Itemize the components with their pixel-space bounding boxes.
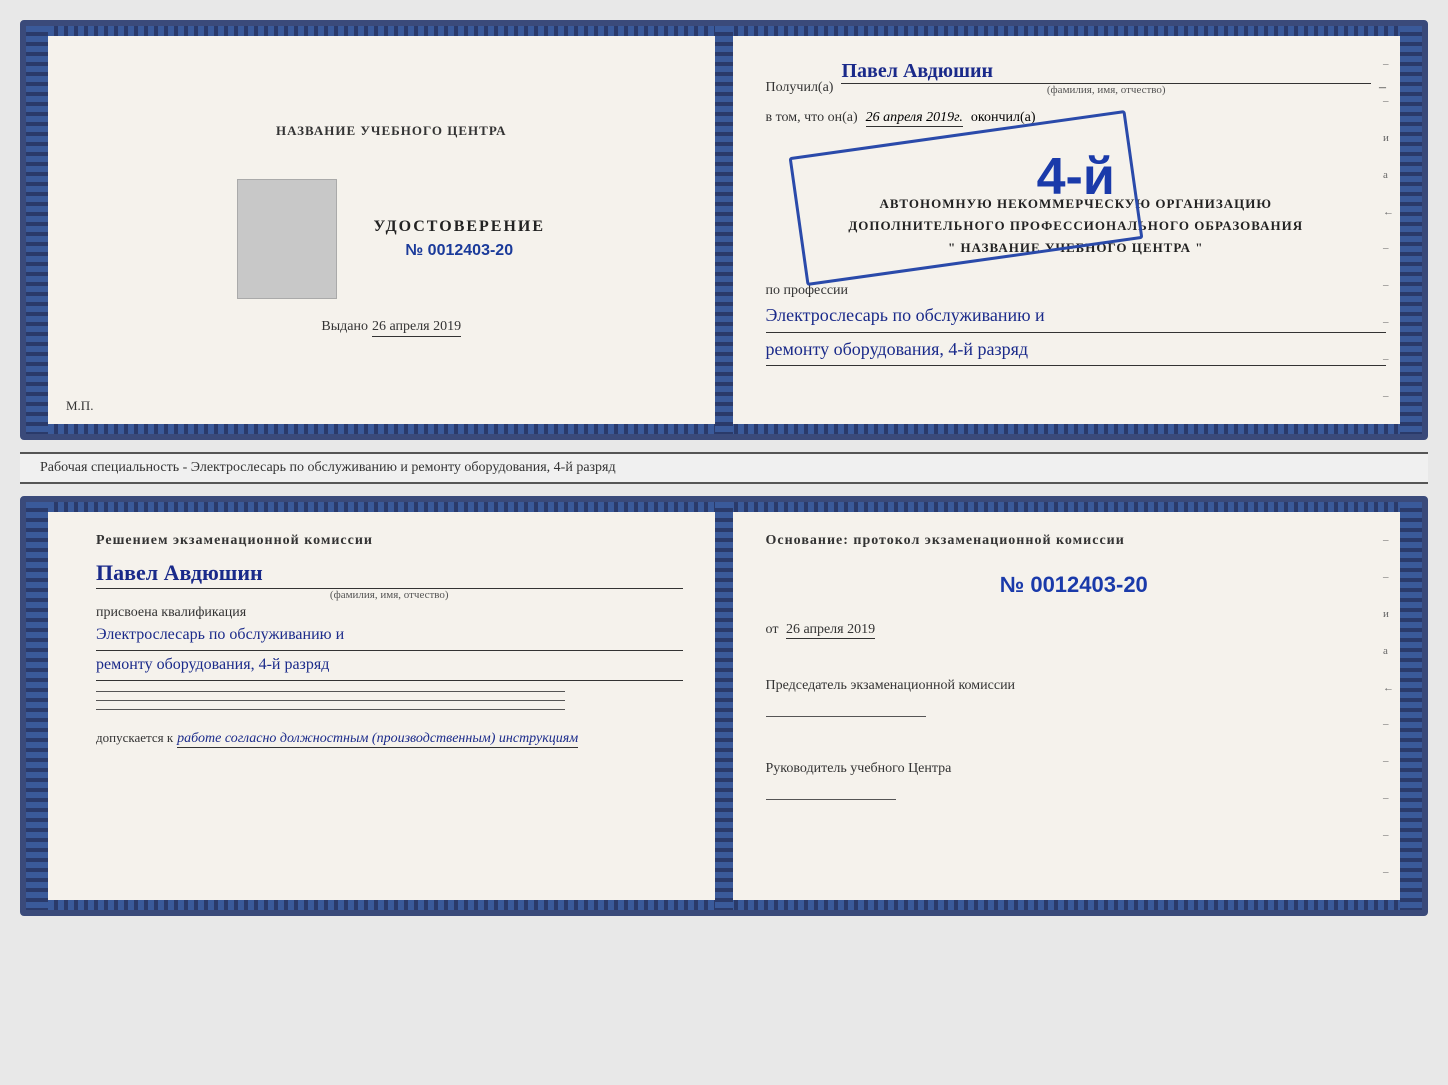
org-text: АВТОНОМНУЮ НЕКОММЕРЧЕСКУЮ ОРГАНИЗАЦИЮ ДО… bbox=[766, 193, 1387, 259]
org-line3: " НАЗВАНИЕ УЧЕБНОГО ЦЕНТРА " bbox=[766, 237, 1387, 259]
deco2-a: а bbox=[1383, 645, 1394, 657]
deco2-i: и bbox=[1383, 608, 1394, 620]
from-label: от bbox=[766, 622, 779, 637]
from-date-value: 26 апреля 2019 bbox=[786, 622, 875, 639]
deco-dash4: – bbox=[1383, 279, 1394, 291]
finished-label: окончил(а) bbox=[971, 110, 1036, 126]
chairman-block: Председатель экзаменационной комиссии bbox=[766, 666, 1383, 717]
deco2-dash6: – bbox=[1383, 829, 1394, 841]
fio-label-top: (фамилия, имя, отчество) bbox=[841, 84, 1371, 96]
cert-title: УДОСТОВЕРЕНИЕ bbox=[373, 218, 545, 236]
spine bbox=[715, 26, 733, 434]
bottom-right-deco: – – и а ← – – – – – bbox=[1383, 522, 1394, 890]
right-stripes-bottom bbox=[1400, 502, 1422, 910]
director-block: Руководитель учебного Центра bbox=[766, 749, 1383, 800]
allows-value: работе согласно должностным (производств… bbox=[177, 731, 578, 748]
profession-block: по профессии Электрослесарь по обслужива… bbox=[766, 283, 1387, 366]
center-title: НАЗВАНИЕ УЧЕБНОГО ЦЕНТРА bbox=[276, 123, 507, 139]
received-label: Получил(а) bbox=[766, 80, 834, 96]
deco2-dash7: – bbox=[1383, 866, 1394, 878]
top-right-page: Получил(а) Павел Авдюшин (фамилия, имя, … bbox=[730, 26, 1423, 434]
photo-cert-row: УДОСТОВЕРЕНИЕ № 0012403-20 bbox=[237, 179, 545, 299]
profession-line2: ремонту оборудования, 4-й разряд bbox=[766, 333, 1387, 366]
cert-info: УДОСТОВЕРЕНИЕ № 0012403-20 bbox=[373, 218, 545, 260]
qual-block: Электрослесарь по обслуживанию и ремонту… bbox=[96, 621, 683, 681]
deco2-dash3: – bbox=[1383, 718, 1394, 730]
deco-dash2: – bbox=[1383, 95, 1394, 107]
profession-label: по профессии bbox=[766, 283, 1387, 299]
profession-line1: Электрослесарь по обслуживанию и bbox=[766, 299, 1387, 332]
mp-label: М.П. bbox=[66, 398, 93, 414]
chairman-sig-line bbox=[766, 716, 926, 717]
cert-number: № 0012403-20 bbox=[405, 242, 513, 260]
basis-title: Основание: протокол экзаменационной коми… bbox=[766, 530, 1383, 552]
issued-label: Выдано bbox=[321, 319, 368, 335]
director-label: Руководитель учебного Центра bbox=[766, 759, 1383, 779]
deco-a: а bbox=[1383, 169, 1394, 181]
left-stripes bbox=[26, 26, 48, 434]
bottom-left-stripes bbox=[26, 502, 48, 910]
deco2-dash4: – bbox=[1383, 755, 1394, 767]
bottom-right-page: Основание: протокол экзаменационной коми… bbox=[726, 502, 1423, 910]
deco2-dash2: – bbox=[1383, 571, 1394, 583]
bottom-spine bbox=[715, 502, 733, 910]
right-stripes-top bbox=[1400, 26, 1422, 434]
sig-line-3 bbox=[96, 709, 565, 710]
bottom-left-page: Решением экзаменационной комиссии Павел … bbox=[26, 502, 726, 910]
qual-line2: ремонту оборудования, 4-й разряд bbox=[96, 651, 683, 681]
org-block: 4-й АВТОНОМНУЮ НЕКОММЕРЧЕСКУЮ ОРГАНИЗАЦИ… bbox=[766, 141, 1387, 269]
fio-label-bottom: (фамилия, имя, отчество) bbox=[96, 589, 683, 601]
deco-dash1: – bbox=[1383, 58, 1394, 70]
left-inner: НАЗВАНИЕ УЧЕБНОГО ЦЕНТРА УДОСТОВЕРЕНИЕ №… bbox=[237, 56, 545, 404]
person-name: Павел Авдюшин bbox=[96, 560, 683, 589]
finished-date: 26 апреля 2019г. bbox=[866, 110, 963, 127]
deco2-arrow: ← bbox=[1383, 682, 1394, 694]
received-name: Павел Авдюшин bbox=[841, 60, 1371, 84]
commission-title: Решением экзаменационной комиссии bbox=[96, 530, 683, 552]
director-sig-line bbox=[766, 799, 896, 800]
received-name-block: Павел Авдюшин (фамилия, имя, отчество) bbox=[841, 60, 1371, 96]
qual-line1: Электрослесарь по обслуживанию и bbox=[96, 621, 683, 651]
allows-row: допускается к работе согласно должностны… bbox=[96, 724, 683, 748]
middle-label-text: Рабочая специальность - Электрослесарь п… bbox=[40, 460, 616, 475]
deco-dash7: – bbox=[1383, 390, 1394, 402]
page-wrapper: НАЗВАНИЕ УЧЕБНОГО ЦЕНТРА УДОСТОВЕРЕНИЕ №… bbox=[20, 20, 1428, 916]
issued-row: Выдано 26 апреля 2019 bbox=[321, 319, 461, 337]
org-line1: АВТОНОМНУЮ НЕКОММЕРЧЕСКУЮ ОРГАНИЗАЦИЮ bbox=[766, 193, 1387, 215]
sig-line-2 bbox=[96, 700, 565, 701]
assigned-label: присвоена квалификация bbox=[96, 605, 683, 621]
deco2-dash1: – bbox=[1383, 534, 1394, 546]
allows-label: допускается к bbox=[96, 730, 173, 746]
in-that-label: в том, что он(а) bbox=[766, 110, 858, 126]
deco-dash5: – bbox=[1383, 316, 1394, 328]
top-document: НАЗВАНИЕ УЧЕБНОГО ЦЕНТРА УДОСТОВЕРЕНИЕ №… bbox=[20, 20, 1428, 440]
photo-placeholder bbox=[237, 179, 337, 299]
deco-dash3: – bbox=[1383, 242, 1394, 254]
bottom-document: Решением экзаменационной комиссии Павел … bbox=[20, 496, 1428, 916]
middle-label: Рабочая специальность - Электрослесарь п… bbox=[20, 452, 1428, 484]
right-deco: – – и а ← – – – – – bbox=[1383, 46, 1394, 414]
received-row: Получил(а) Павел Авдюшин (фамилия, имя, … bbox=[766, 60, 1387, 96]
org-line2: ДОПОЛНИТЕЛЬНОГО ПРОФЕССИОНАЛЬНОГО ОБРАЗО… bbox=[766, 215, 1387, 237]
chairman-label: Председатель экзаменационной комиссии bbox=[766, 676, 1383, 696]
from-date-row: от 26 апреля 2019 bbox=[766, 622, 1383, 638]
protocol-number: № 0012403-20 bbox=[766, 572, 1383, 598]
top-left-page: НАЗВАНИЕ УЧЕБНОГО ЦЕНТРА УДОСТОВЕРЕНИЕ №… bbox=[26, 26, 730, 434]
deco-i: и bbox=[1383, 132, 1394, 144]
bottom-left-content: Решением экзаменационной комиссии Павел … bbox=[96, 530, 683, 748]
person-block: Павел Авдюшин (фамилия, имя, отчество) bbox=[96, 560, 683, 601]
issued-date: 26 апреля 2019 bbox=[372, 319, 461, 337]
in-that-row: в том, что он(а) 26 апреля 2019г. окончи… bbox=[766, 110, 1387, 127]
sig-line-1 bbox=[96, 691, 565, 692]
deco-arrow: ← bbox=[1383, 206, 1394, 218]
deco-dash6: – bbox=[1383, 353, 1394, 365]
deco2-dash5: – bbox=[1383, 792, 1394, 804]
